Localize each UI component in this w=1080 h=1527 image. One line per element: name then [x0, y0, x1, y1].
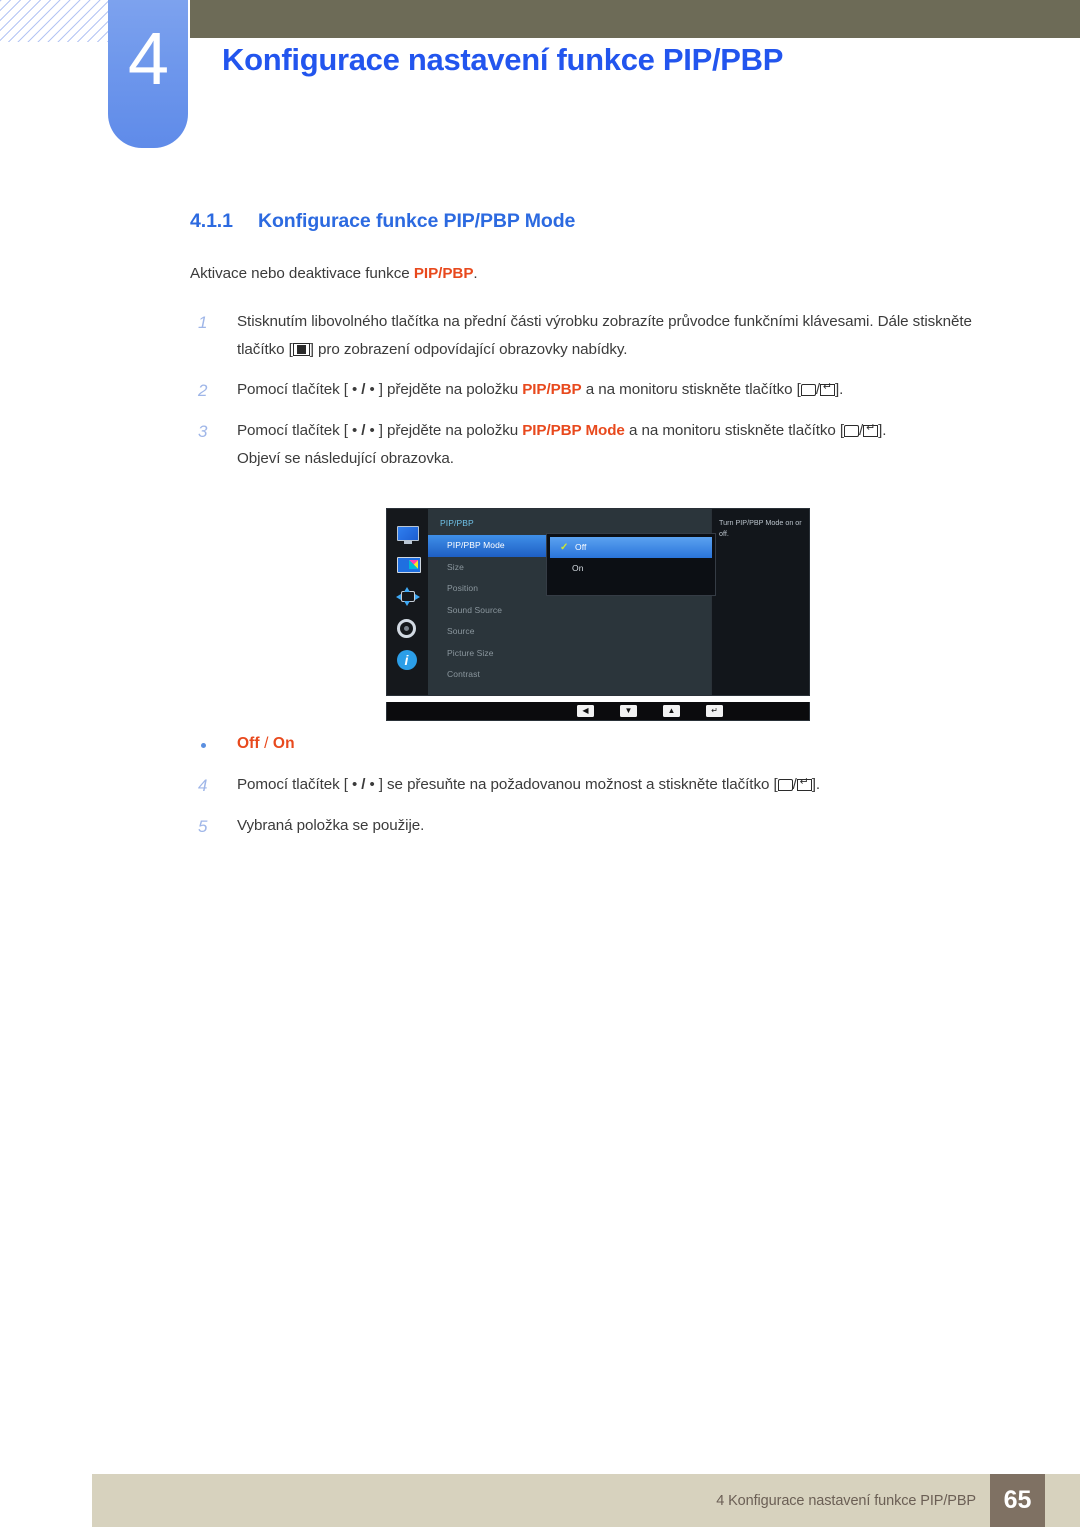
osd-window: i PIP/PBP PIP/PBP Mode Size Position Sou… [386, 508, 810, 697]
source-key-icon [800, 384, 816, 397]
enter-key-icon [819, 382, 835, 397]
osd-figure: i PIP/PBP PIP/PBP Mode Size Position Sou… [386, 508, 810, 722]
page-number: 65 [990, 1474, 1045, 1527]
pip-pbp-icon[interactable] [396, 557, 421, 575]
osd-menu-item-source[interactable]: Source [440, 621, 711, 643]
step-index: 4 [198, 776, 208, 796]
section-number: 4.1.1 [190, 210, 233, 232]
osd-submenu-option-off[interactable]: ✓ Off [550, 537, 712, 559]
page-footer: 4 Konfigurace nastavení funkce PIP/PBP 6… [92, 1474, 1080, 1527]
osd-menu-item-contrast[interactable]: Contrast [440, 664, 711, 686]
enter-key-icon [863, 423, 879, 437]
step-item: 2 Pomocí tlačítek [ • / • ] přejděte na … [190, 376, 1020, 404]
step-text-part1: Pomocí tlačítek [ [237, 776, 348, 794]
step-item: 3 Pomocí tlačítek [ • / • ] přejděte na … [190, 417, 1020, 472]
option-on: On [272, 735, 295, 753]
info-icon[interactable]: i [396, 650, 419, 671]
enter-key-icon [796, 777, 812, 792]
osd-submenu-option-off-label: Off [575, 542, 587, 553]
header-hatch-decoration [0, 0, 108, 42]
osd-menu-item-pip-pbp-mode[interactable]: PIP/PBP Mode [428, 535, 548, 557]
dot-glyph: • [365, 421, 379, 439]
step-item: 1 Stisknutím libovolného tlačítka na pře… [190, 308, 1020, 363]
step-text-part2: ] přejděte na položku [378, 421, 523, 439]
step-item: 4 Pomocí tlačítek [ • / • ] se přesuňte … [190, 771, 1020, 799]
checkmark-icon: ✓ [560, 542, 569, 554]
step-index: 1 [198, 313, 208, 332]
osd-help-panel: Turn PIP/PBP Mode on or off. [711, 509, 809, 696]
step-list: 1 Stisknutím libovolného tlačítka na pře… [190, 308, 1020, 472]
option-separator: / [259, 735, 273, 753]
section-title: Konfigurace funkce PIP/PBP Mode [258, 210, 576, 232]
osd-key-left-icon[interactable]: ◀ [577, 705, 594, 718]
footer-text: 4 Konfigurace nastavení funkce PIP/PBP [716, 1492, 976, 1509]
option-off: Off [237, 735, 260, 753]
step-note: Objeví se následující obrazovka. [237, 449, 454, 467]
osd-menu-title: PIP/PBP [440, 518, 474, 529]
bullet-dot-icon [201, 743, 206, 749]
step-list-continued: 4 Pomocí tlačítek [ • / • ] se přesuňte … [190, 771, 1020, 839]
step-text-part2: ] se přesuňte na požadovanou možnost a s… [378, 776, 778, 794]
section-heading: 4.1.1 Konfigurace funkce PIP/PBP Mode [190, 210, 1020, 233]
step-index: 5 [198, 816, 208, 836]
step-text-part1: Vybraná položka se použije. [237, 816, 425, 834]
header-olive-band [190, 0, 1080, 38]
dot-glyph: • [365, 776, 379, 794]
osd-key-up-icon[interactable]: ▲ [663, 705, 680, 718]
step-text-part1: Pomocí tlačítek [ [237, 381, 348, 399]
monitor-icon[interactable] [396, 526, 419, 544]
osd-key-down-icon[interactable]: ▼ [620, 705, 637, 718]
osd-key-bar: ◀ ▼ ▲ ↵ [386, 702, 810, 722]
source-key-icon [844, 424, 860, 437]
intro-text-after: . [473, 265, 478, 282]
osd-submenu-option-on-label: On [572, 563, 584, 574]
step-index: 3 [198, 421, 208, 441]
step-item: 5 Vybraná položka se použije. [190, 812, 1020, 840]
gear-icon[interactable] [396, 618, 419, 639]
step-highlight: PIP/PBP [522, 381, 582, 399]
osd-submenu-panel: ✓ Off On [546, 533, 716, 597]
chapter-number-tab: 4 [108, 0, 188, 148]
step-highlight: PIP/PBP Mode [522, 421, 625, 439]
step-text-part2: ] pro zobrazení odpovídající obrazovky n… [309, 340, 628, 358]
dot-glyph: • [347, 381, 362, 399]
chapter-number: 4 [127, 17, 169, 100]
step-text-part2: ] přejděte na položku [378, 381, 523, 399]
osd-menu-item-picture-size[interactable]: Picture Size [440, 643, 711, 665]
step-index: 2 [198, 381, 208, 401]
intro-paragraph: Aktivace nebo deaktivace funkce PIP/PBP. [190, 265, 1020, 282]
step-text-part3: a na monitoru stiskněte tlačítko [ [624, 421, 845, 439]
options-bullet-line: Off / On [190, 735, 1020, 753]
menu-key-icon [292, 342, 310, 356]
dot-glyph: • [365, 381, 379, 399]
step-text-part1: Pomocí tlačítek [ [237, 421, 348, 439]
osd-menu-item-sound-source[interactable]: Sound Source [440, 600, 711, 622]
page-content: 4.1.1 Konfigurace funkce PIP/PBP Mode Akt… [190, 210, 1020, 853]
source-key-icon [777, 779, 793, 792]
intro-highlight: PIP/PBP [413, 265, 474, 282]
step-text-part3: ]. [811, 776, 821, 794]
intro-text-before: Aktivace nebo deaktivace funkce [190, 265, 414, 282]
osd-submenu-option-on[interactable]: On [547, 558, 715, 579]
osd-key-enter-icon[interactable]: ↵ [706, 705, 723, 718]
position-arrows-icon[interactable] [395, 587, 420, 607]
dot-glyph: • [347, 421, 362, 439]
step-text-part4: ]. [834, 381, 844, 399]
step-text-part4: ]. [878, 421, 887, 439]
dot-glyph: • [347, 776, 362, 794]
osd-menu-panel: PIP/PBP PIP/PBP Mode Size Position Sound… [428, 509, 716, 696]
step-text-part3: a na monitoru stiskněte tlačítko [ [581, 381, 801, 399]
osd-icon-sidebar: i [387, 509, 428, 696]
chapter-title: Konfigurace nastavení funkce PIP/PBP [222, 42, 784, 77]
